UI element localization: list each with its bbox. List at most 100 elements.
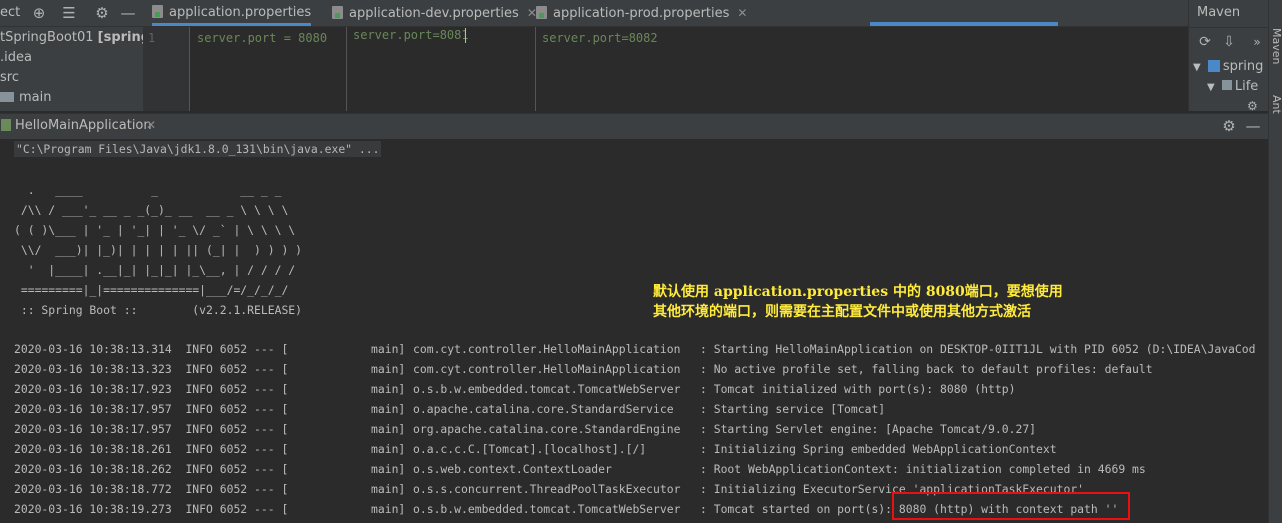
log-message: : Tomcat initialized with port(s): 8080 … [700, 382, 1016, 396]
banner-line: /\\ / ___'_ __ _ _(_)_ __ __ _ \ \ \ \ [14, 203, 289, 217]
close-icon[interactable]: ✕ [146, 118, 156, 132]
log-line: 2020-03-16 10:38:17.957 INFO 6052 --- [ m… [0, 401, 1268, 417]
log-timestamp-level: 2020-03-16 10:38:17.957 INFO 6052 --- [ [14, 402, 289, 416]
maven-tree-lifecycle[interactable]: ▼ Life [1207, 77, 1258, 97]
log-thread: main] [371, 382, 406, 396]
log-line: 2020-03-16 10:38:17.923 INFO 6052 --- [ m… [0, 381, 1268, 397]
log-logger: o.apache.catalina.core.StandardService [413, 402, 674, 416]
annotation-line: 其他环境的端口，则需要在主配置文件中或使用其他方式激活 [653, 304, 1031, 320]
minimize-icon[interactable]: — [1243, 116, 1263, 136]
log-thread: main] [371, 362, 406, 376]
maven-tree-project[interactable]: ▼ spring [1193, 57, 1263, 77]
tree-root-label: tSpringBoot01 [0, 30, 94, 45]
properties-file-icon [536, 6, 547, 19]
tree-item-label: main [19, 90, 52, 105]
log-timestamp-level: 2020-03-16 10:38:17.957 INFO 6052 --- [ [14, 422, 289, 436]
log-timestamp-level: 2020-03-16 10:38:18.772 INFO 6052 --- [ [14, 482, 289, 496]
log-thread: main] [371, 502, 406, 516]
log-timestamp-level: 2020-03-16 10:38:18.261 INFO 6052 --- [ [14, 442, 289, 456]
split-indicator [870, 22, 1058, 26]
run-console[interactable]: "C:\Program Files\Java\jdk1.8.0_131\bin\… [0, 139, 1268, 523]
minimize-icon[interactable]: — [118, 3, 138, 23]
annotation-note: 默认使用 application.properties 中的 8080端口，要想… [653, 282, 1063, 322]
log-logger: o.s.s.concurrent.ThreadPoolTaskExecutor [413, 482, 681, 496]
maven-module-icon [1207, 60, 1220, 72]
editor-pane-prod[interactable]: server.port=8082 [535, 27, 1189, 111]
log-line: 2020-03-16 10:38:18.262 INFO 6052 --- [ m… [0, 461, 1268, 477]
tree-item-idea[interactable]: .idea [0, 48, 32, 68]
expand-arrow-icon: ▼ [1193, 62, 1201, 73]
collapse-icon[interactable]: ☰ [59, 3, 79, 23]
log-thread: main] [371, 402, 406, 416]
log-logger: com.cyt.controller.HelloMainApplication [413, 362, 681, 376]
log-thread: main] [371, 462, 406, 476]
more-icon[interactable]: » [1247, 32, 1267, 52]
maven-side-tab[interactable]: Maven [1270, 28, 1282, 64]
tab-label: application-dev.properties [349, 6, 519, 21]
editor-pane-default[interactable]: 1 server.port = 8080 [143, 27, 346, 111]
log-timestamp-level: 2020-03-16 10:38:17.923 INFO 6052 --- [ [14, 382, 289, 396]
reimport-icon[interactable]: ⇩ [1219, 32, 1239, 52]
project-toolbar: ect ⊕ ☰ ⚙ — [0, 0, 143, 27]
maven-toolbar: ⟳ ⇩ » [1189, 27, 1269, 55]
tab-application-prod-properties[interactable]: application-prod.properties ✕ [536, 0, 747, 26]
log-logger: o.s.b.w.embedded.tomcat.TomcatWebServer [413, 502, 681, 516]
project-selector[interactable]: ect [0, 5, 20, 20]
tree-item-main[interactable]: main [0, 88, 51, 108]
add-icon[interactable]: ⊕ [29, 3, 49, 23]
log-line: 2020-03-16 10:38:13.323 INFO 6052 --- [ m… [0, 361, 1268, 377]
maven-title: Maven [1197, 5, 1241, 20]
code-line: server.port=8082 [542, 31, 658, 45]
properties-file-icon [332, 6, 343, 19]
tree-item-label: src [0, 70, 19, 85]
gear-icon[interactable]: ⚙ [92, 3, 112, 23]
log-logger: com.cyt.controller.HelloMainApplication [413, 342, 681, 356]
ant-side-tab[interactable]: Ant [1270, 95, 1282, 114]
log-line: 2020-03-16 10:38:13.314 INFO 6052 --- [m… [0, 341, 1268, 357]
annotation-line: 默认使用 application.properties 中的 8080端口，要想… [653, 284, 1063, 300]
code-line: server.port = 8080 [197, 31, 328, 45]
folder-icon [0, 92, 14, 102]
log-message: : No active profile set, falling back to… [700, 362, 1153, 376]
log-thread: main] [371, 342, 406, 356]
tree-item-root[interactable]: tSpringBoot01 [spring- [0, 28, 155, 48]
log-message: : Starting service [Tomcat] [700, 402, 886, 416]
banner-line: =========|_|==============|___/=/_/_/_/ [14, 283, 289, 297]
log-timestamp-level: 2020-03-16 10:38:13.323 INFO 6052 --- [ [14, 362, 289, 376]
log-logger: o.a.c.c.C.[Tomcat].[localhost].[/] [413, 442, 647, 456]
java-command-line: "C:\Program Files\Java\jdk1.8.0_131\bin\… [14, 141, 382, 157]
properties-file-icon [152, 5, 163, 18]
tree-item-label: .idea [0, 50, 32, 65]
editor-pane-dev[interactable]: server.port=8081 [346, 27, 535, 111]
log-message: : Initializing Spring embedded WebApplic… [700, 442, 1057, 456]
tab-application-dev-properties[interactable]: application-dev.properties ✕ [332, 0, 537, 26]
log-message: : Starting Servlet engine: [Apache Tomca… [700, 422, 1037, 436]
banner-line: ' |____| .__|_| |_|_| |_\__, | / / / / [14, 263, 296, 277]
banner-line: ( ( )\___ | '_ | '_| | '_ \/ _` | \ \ \ … [14, 223, 296, 237]
run-tab-label[interactable]: HelloMainApplication [15, 118, 152, 133]
banner-version-line: :: Spring Boot :: (v2.2.1.RELEASE) [14, 303, 303, 317]
tab-application-properties[interactable]: application.properties [152, 0, 312, 26]
right-tool-strip: Maven Ant [1268, 0, 1282, 523]
maven-panel: Maven ⟳ ⇩ » ▼ spring ▼ Life ⚙ [1188, 0, 1269, 113]
log-timestamp-level: 2020-03-16 10:38:19.273 INFO 6052 --- [ [14, 502, 289, 516]
editor-tab-bar: application.properties application-dev.p… [143, 0, 1188, 38]
log-thread: main] [371, 442, 406, 456]
banner-line: \\/ ___)| |_)| | | | | || (_| | ) ) ) ) [14, 243, 303, 257]
banner-line: . ____ _ __ _ _ [14, 183, 282, 197]
line-number: 1 [148, 31, 156, 45]
close-icon[interactable]: ✕ [737, 6, 747, 20]
text-caret [465, 28, 466, 43]
tab-label: application.properties [169, 5, 312, 20]
log-thread: main] [371, 422, 406, 436]
log-logger: o.s.b.w.embedded.tomcat.TomcatWebServer [413, 382, 681, 396]
log-line: 2020-03-16 10:38:18.261 INFO 6052 --- [ m… [0, 441, 1268, 457]
log-logger: org.apache.catalina.core.StandardEngine [413, 422, 681, 436]
lifecycle-folder-icon [1221, 80, 1232, 90]
refresh-icon[interactable]: ⟳ [1195, 32, 1215, 52]
log-timestamp-level: 2020-03-16 10:38:18.262 INFO 6052 --- [ [14, 462, 289, 476]
tree-item-src[interactable]: src [0, 68, 19, 88]
maven-tree-label: spring [1222, 59, 1264, 74]
gear-icon[interactable]: ⚙ [1219, 116, 1239, 136]
log-message: : Root WebApplicationContext: initializa… [700, 462, 1146, 476]
